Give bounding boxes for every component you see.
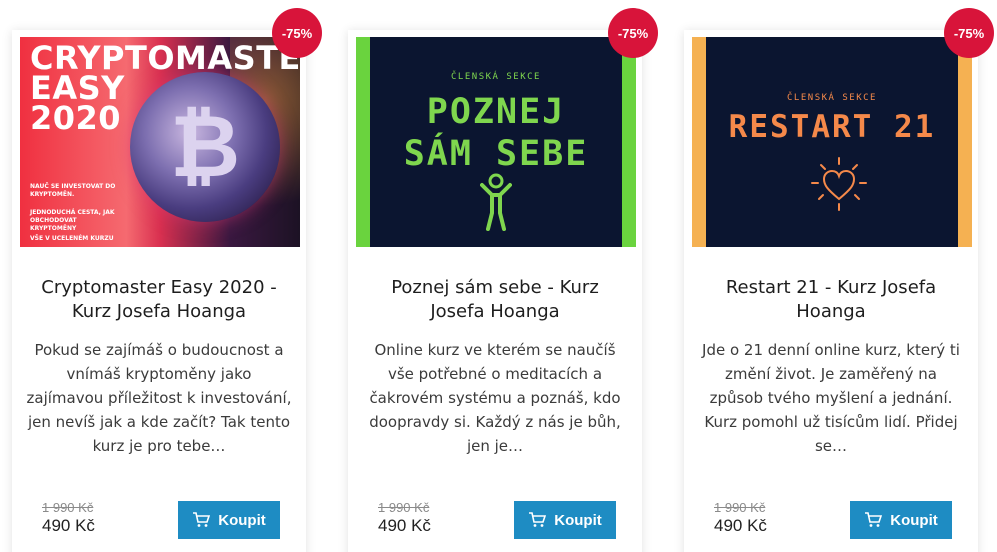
- product-image-poznej[interactable]: ČLENSKÁ SEKCE POZNEJ SÁM SEBE: [356, 37, 636, 247]
- cart-icon: [864, 512, 883, 528]
- product-description: Pokud se zajímáš o budoucnost a vnímáš k…: [26, 341, 292, 455]
- image-title: RESTART 21: [728, 109, 936, 145]
- cart-icon: [528, 512, 547, 528]
- buy-button[interactable]: Koupit: [850, 501, 952, 539]
- heart-icon: [811, 157, 867, 211]
- discount-badge: -75%: [272, 8, 322, 58]
- image-title: CRYPTOMASTER EASY 2020: [30, 39, 300, 137]
- old-price: 1 990 Kč: [42, 500, 94, 515]
- image-section-label: ČLENSKÁ SEKCE: [787, 93, 877, 103]
- image-text-3: VŠE V UCELENÉM KURZU: [30, 235, 114, 242]
- price: 490 Kč: [42, 516, 95, 535]
- product-title[interactable]: Restart 21 - Kurz Josefa Hoanga: [698, 276, 964, 324]
- product-card-restart: -75% ČLENSKÁ SEKCE RESTART 21 Restart 21…: [684, 8, 994, 552]
- product-description: Jde o 21 denní online kurz, který ti změ…: [702, 341, 960, 455]
- image-text-2: JEDNODUCHÁ CESTA, JAK OBCHODOVAT KRYPTOM…: [30, 209, 115, 232]
- buy-button[interactable]: Koupit: [514, 501, 616, 539]
- product-card-cryptomaster: -75% ₿ CRYPTOMASTER EASY 2020 NAUČ SE IN…: [12, 8, 322, 552]
- product-image-restart[interactable]: ČLENSKÁ SEKCE RESTART 21: [692, 37, 972, 247]
- old-price: 1 990 Kč: [714, 500, 766, 515]
- image-text-1: NAUČ SE INVESTOVAT DO KRYPTOMĚN.: [30, 183, 116, 198]
- product-image-cryptomaster[interactable]: ₿ CRYPTOMASTER EASY 2020 NAUČ SE INVESTO…: [20, 37, 300, 247]
- buy-button-label: Koupit: [890, 511, 938, 529]
- image-title: POZNEJ SÁM SEBE: [403, 92, 589, 174]
- product-title[interactable]: Poznej sám sebe - Kurz Josefa Hoanga: [362, 276, 628, 324]
- cart-icon: [192, 512, 211, 528]
- person-icon: [480, 173, 512, 231]
- image-section-label: ČLENSKÁ SEKCE: [451, 72, 541, 82]
- product-title[interactable]: Cryptomaster Easy 2020 - Kurz Josefa Hoa…: [26, 276, 292, 324]
- product-card-poznej: -75% ČLENSKÁ SEKCE POZNEJ SÁM SEBE Pozne…: [348, 8, 658, 552]
- discount-badge: -75%: [608, 8, 658, 58]
- buy-button-label: Koupit: [554, 511, 602, 529]
- price: 490 Kč: [714, 516, 767, 535]
- buy-button-label: Koupit: [218, 511, 266, 529]
- old-price: 1 990 Kč: [378, 500, 430, 515]
- product-description: Online kurz ve kterém se naučíš vše potř…: [369, 341, 621, 455]
- discount-badge: -75%: [944, 8, 994, 58]
- buy-button[interactable]: Koupit: [178, 501, 280, 539]
- price: 490 Kč: [378, 516, 431, 535]
